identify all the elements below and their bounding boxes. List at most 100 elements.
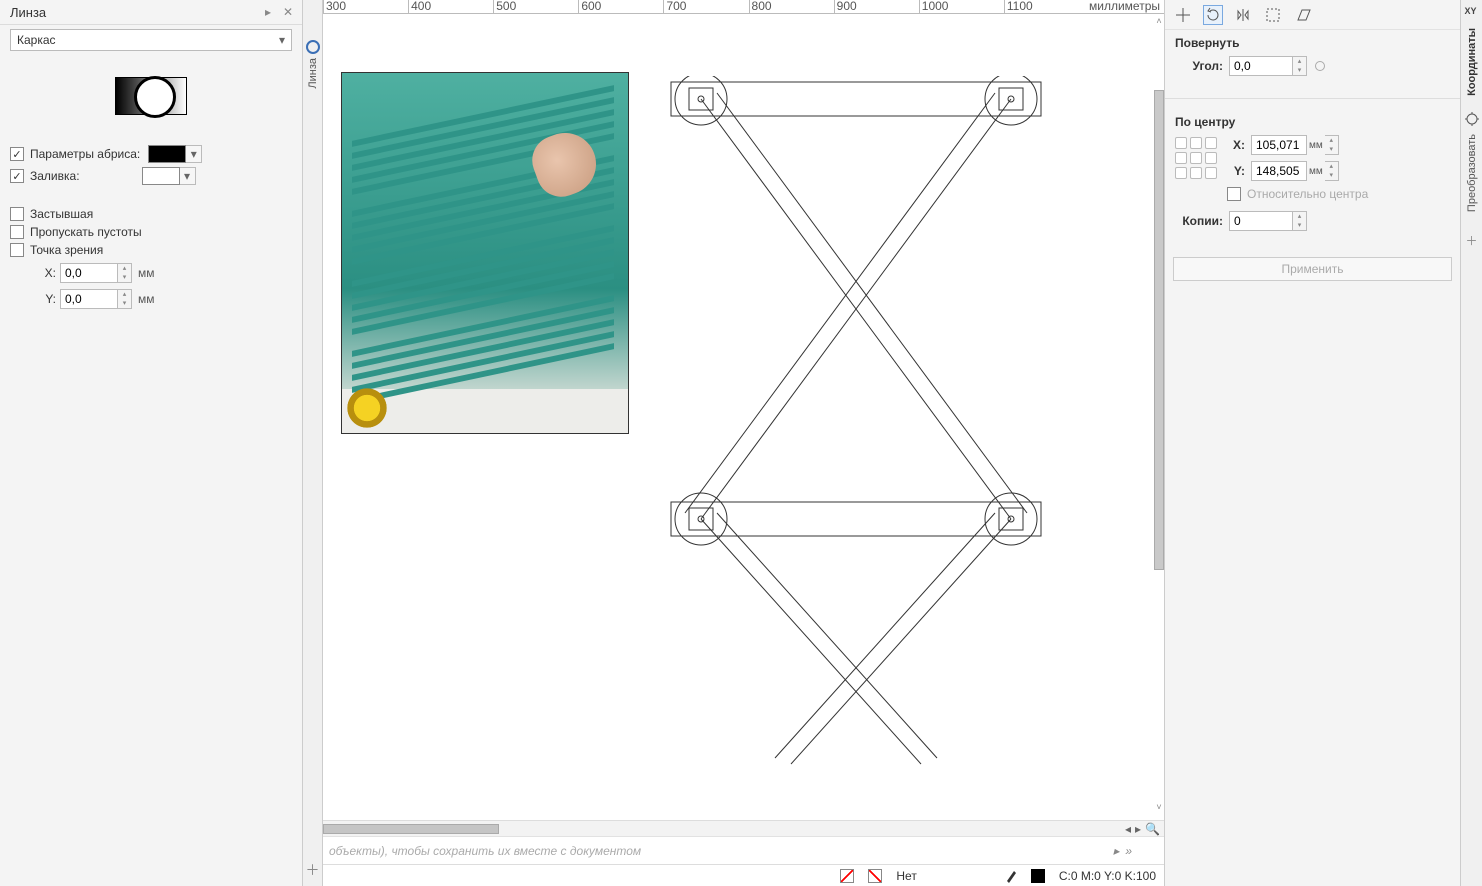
left-docker-rail: Линза ＋ [303, 0, 323, 886]
copies-input[interactable]: ▴▾ [1229, 211, 1307, 231]
wireframe-icon [115, 77, 187, 115]
center-x-label: X: [1227, 138, 1245, 152]
tab-position[interactable] [1173, 5, 1193, 25]
outline-swatch[interactable] [1031, 869, 1045, 883]
chevron-down-icon: ▾ [279, 33, 285, 47]
rail-tab-transform[interactable]: Преобразовать [1466, 134, 1478, 212]
apply-button[interactable]: Применить [1173, 257, 1452, 281]
ruler-tick: 1100 [1004, 0, 1089, 13]
center-y-input[interactable]: мм ▴▾ [1251, 161, 1339, 181]
status-color-readout: C:0 M:0 Y:0 K:100 [1059, 869, 1156, 883]
fill-label: Заливка: [30, 169, 80, 183]
vp-x-label: X: [38, 266, 56, 280]
tab-skew[interactable] [1293, 5, 1313, 25]
add-docker-button[interactable]: ＋ [1465, 232, 1477, 249]
outline-color-swatch[interactable] [148, 145, 186, 163]
hint-prev-icon[interactable]: ▸ [1113, 844, 1119, 858]
spin-up-icon[interactable]: ▴ [118, 290, 131, 299]
spin-up-icon[interactable]: ▴ [118, 264, 131, 273]
anchor-cell[interactable] [1205, 152, 1217, 164]
copies-label: Копии: [1175, 214, 1223, 228]
spin-up-icon[interactable]: ▴ [1325, 162, 1338, 171]
anchor-cell[interactable] [1205, 167, 1217, 179]
spin-up-icon[interactable]: ▴ [1325, 136, 1338, 145]
scroll-up-icon[interactable]: ˄ [1154, 16, 1164, 28]
frozen-label: Застывшая [30, 207, 93, 221]
ruler-horizontal[interactable]: 300 400 500 600 700 800 900 1000 1100 ми… [323, 0, 1164, 14]
tab-rotate[interactable] [1203, 5, 1223, 25]
center-y-label: Y: [1227, 164, 1245, 178]
scroll-left-icon[interactable]: ◂ [1125, 822, 1131, 836]
frozen-checkbox[interactable] [10, 207, 24, 221]
skip-empty-label: Пропускать пустоты [30, 225, 142, 239]
scroll-down-icon[interactable]: ˅ [1154, 802, 1164, 814]
ruler-tick: 700 [663, 0, 748, 13]
spin-down-icon[interactable]: ▾ [1325, 171, 1338, 180]
tab-mirror[interactable] [1233, 5, 1253, 25]
scroll-right-icon[interactable]: ▸ [1135, 822, 1141, 836]
right-docker-rail: XY Координаты Преобразовать ＋ [1460, 0, 1482, 886]
anchor-cell[interactable] [1190, 152, 1202, 164]
spin-down-icon[interactable]: ▾ [118, 273, 131, 282]
angle-input[interactable]: ▴▾ [1229, 56, 1307, 76]
outline-color-dropdown[interactable]: ▾ [186, 145, 202, 163]
outline-checkbox[interactable] [10, 147, 24, 161]
lens-tab-label[interactable]: Линза [307, 58, 319, 89]
angle-radio[interactable] [1315, 61, 1325, 71]
transform-icon[interactable] [1465, 112, 1479, 126]
hint-text: объекты), чтобы сохранить их вместе с до… [329, 844, 641, 858]
scroll-thumb[interactable] [323, 824, 499, 834]
status-bar: Нет C:0 M:0 Y:0 K:100 [323, 864, 1164, 886]
rail-tab-coordinates[interactable]: Координаты [1466, 28, 1478, 96]
vp-x-input[interactable]: ▴▾ [60, 263, 132, 283]
fill-none-icon[interactable] [840, 869, 854, 883]
scrollbar-horizontal[interactable]: ◂ ▸ 🔍 [323, 820, 1164, 836]
docker-collapse-icon[interactable]: ▸ [260, 4, 276, 20]
spin-down-icon[interactable]: ▾ [1325, 145, 1338, 154]
anchor-cell[interactable] [1190, 167, 1202, 179]
relative-center-checkbox[interactable] [1227, 187, 1241, 201]
lens-docker: Линза ▸ ✕ Каркас ▾ Параметры абриса: ▾ З… [0, 0, 303, 886]
reference-photo[interactable] [341, 72, 629, 434]
canvas[interactable]: ˄ ˅ [323, 14, 1164, 820]
add-docker-button[interactable]: ＋ [306, 860, 320, 880]
lens-tab-icon[interactable] [306, 40, 320, 54]
pen-icon[interactable] [1005, 869, 1017, 883]
fill-none-icon-2[interactable] [868, 869, 882, 883]
ruler-tick: 300 [323, 0, 408, 13]
ruler-tick: 900 [834, 0, 919, 13]
center-x-unit: мм [1309, 140, 1323, 151]
fill-checkbox[interactable] [10, 169, 24, 183]
anchor-cell[interactable] [1175, 137, 1187, 149]
lens-docker-title: Линза [10, 5, 256, 20]
fill-color-swatch[interactable] [142, 167, 180, 185]
scroll-thumb[interactable] [1154, 90, 1164, 570]
spin-down-icon[interactable]: ▾ [118, 299, 131, 308]
anchor-grid[interactable] [1175, 137, 1217, 179]
anchor-cell[interactable] [1190, 137, 1202, 149]
fill-color-dropdown[interactable]: ▾ [180, 167, 196, 185]
spin-down-icon[interactable]: ▾ [1293, 66, 1306, 75]
viewpoint-checkbox[interactable] [10, 243, 24, 257]
spin-up-icon[interactable]: ▴ [1293, 57, 1306, 66]
rotate-title: Повернуть [1175, 36, 1450, 50]
center-x-input[interactable]: мм ▴▾ [1251, 135, 1339, 155]
spin-up-icon[interactable]: ▴ [1293, 212, 1306, 221]
lens-type-dropdown[interactable]: Каркас ▾ [10, 29, 292, 51]
anchor-cell[interactable] [1175, 167, 1187, 179]
skip-empty-checkbox[interactable] [10, 225, 24, 239]
hint-next-icon[interactable]: » [1125, 844, 1132, 858]
technical-drawing[interactable] [661, 76, 1061, 766]
vp-y-input[interactable]: ▴▾ [60, 289, 132, 309]
zoom-tool-icon[interactable]: 🔍 [1145, 822, 1160, 836]
ruler-tick: 800 [749, 0, 834, 13]
docker-close-icon[interactable]: ✕ [280, 4, 296, 20]
scrollbar-vertical[interactable]: ˄ ˅ [1154, 20, 1164, 810]
spin-down-icon[interactable]: ▾ [1293, 221, 1306, 230]
tab-size[interactable] [1263, 5, 1283, 25]
viewpoint-label: Точка зрения [30, 243, 103, 257]
coordinates-icon[interactable]: XY [1465, 6, 1479, 20]
vp-y-label: Y: [38, 292, 56, 306]
anchor-cell[interactable] [1175, 152, 1187, 164]
anchor-cell[interactable] [1205, 137, 1217, 149]
